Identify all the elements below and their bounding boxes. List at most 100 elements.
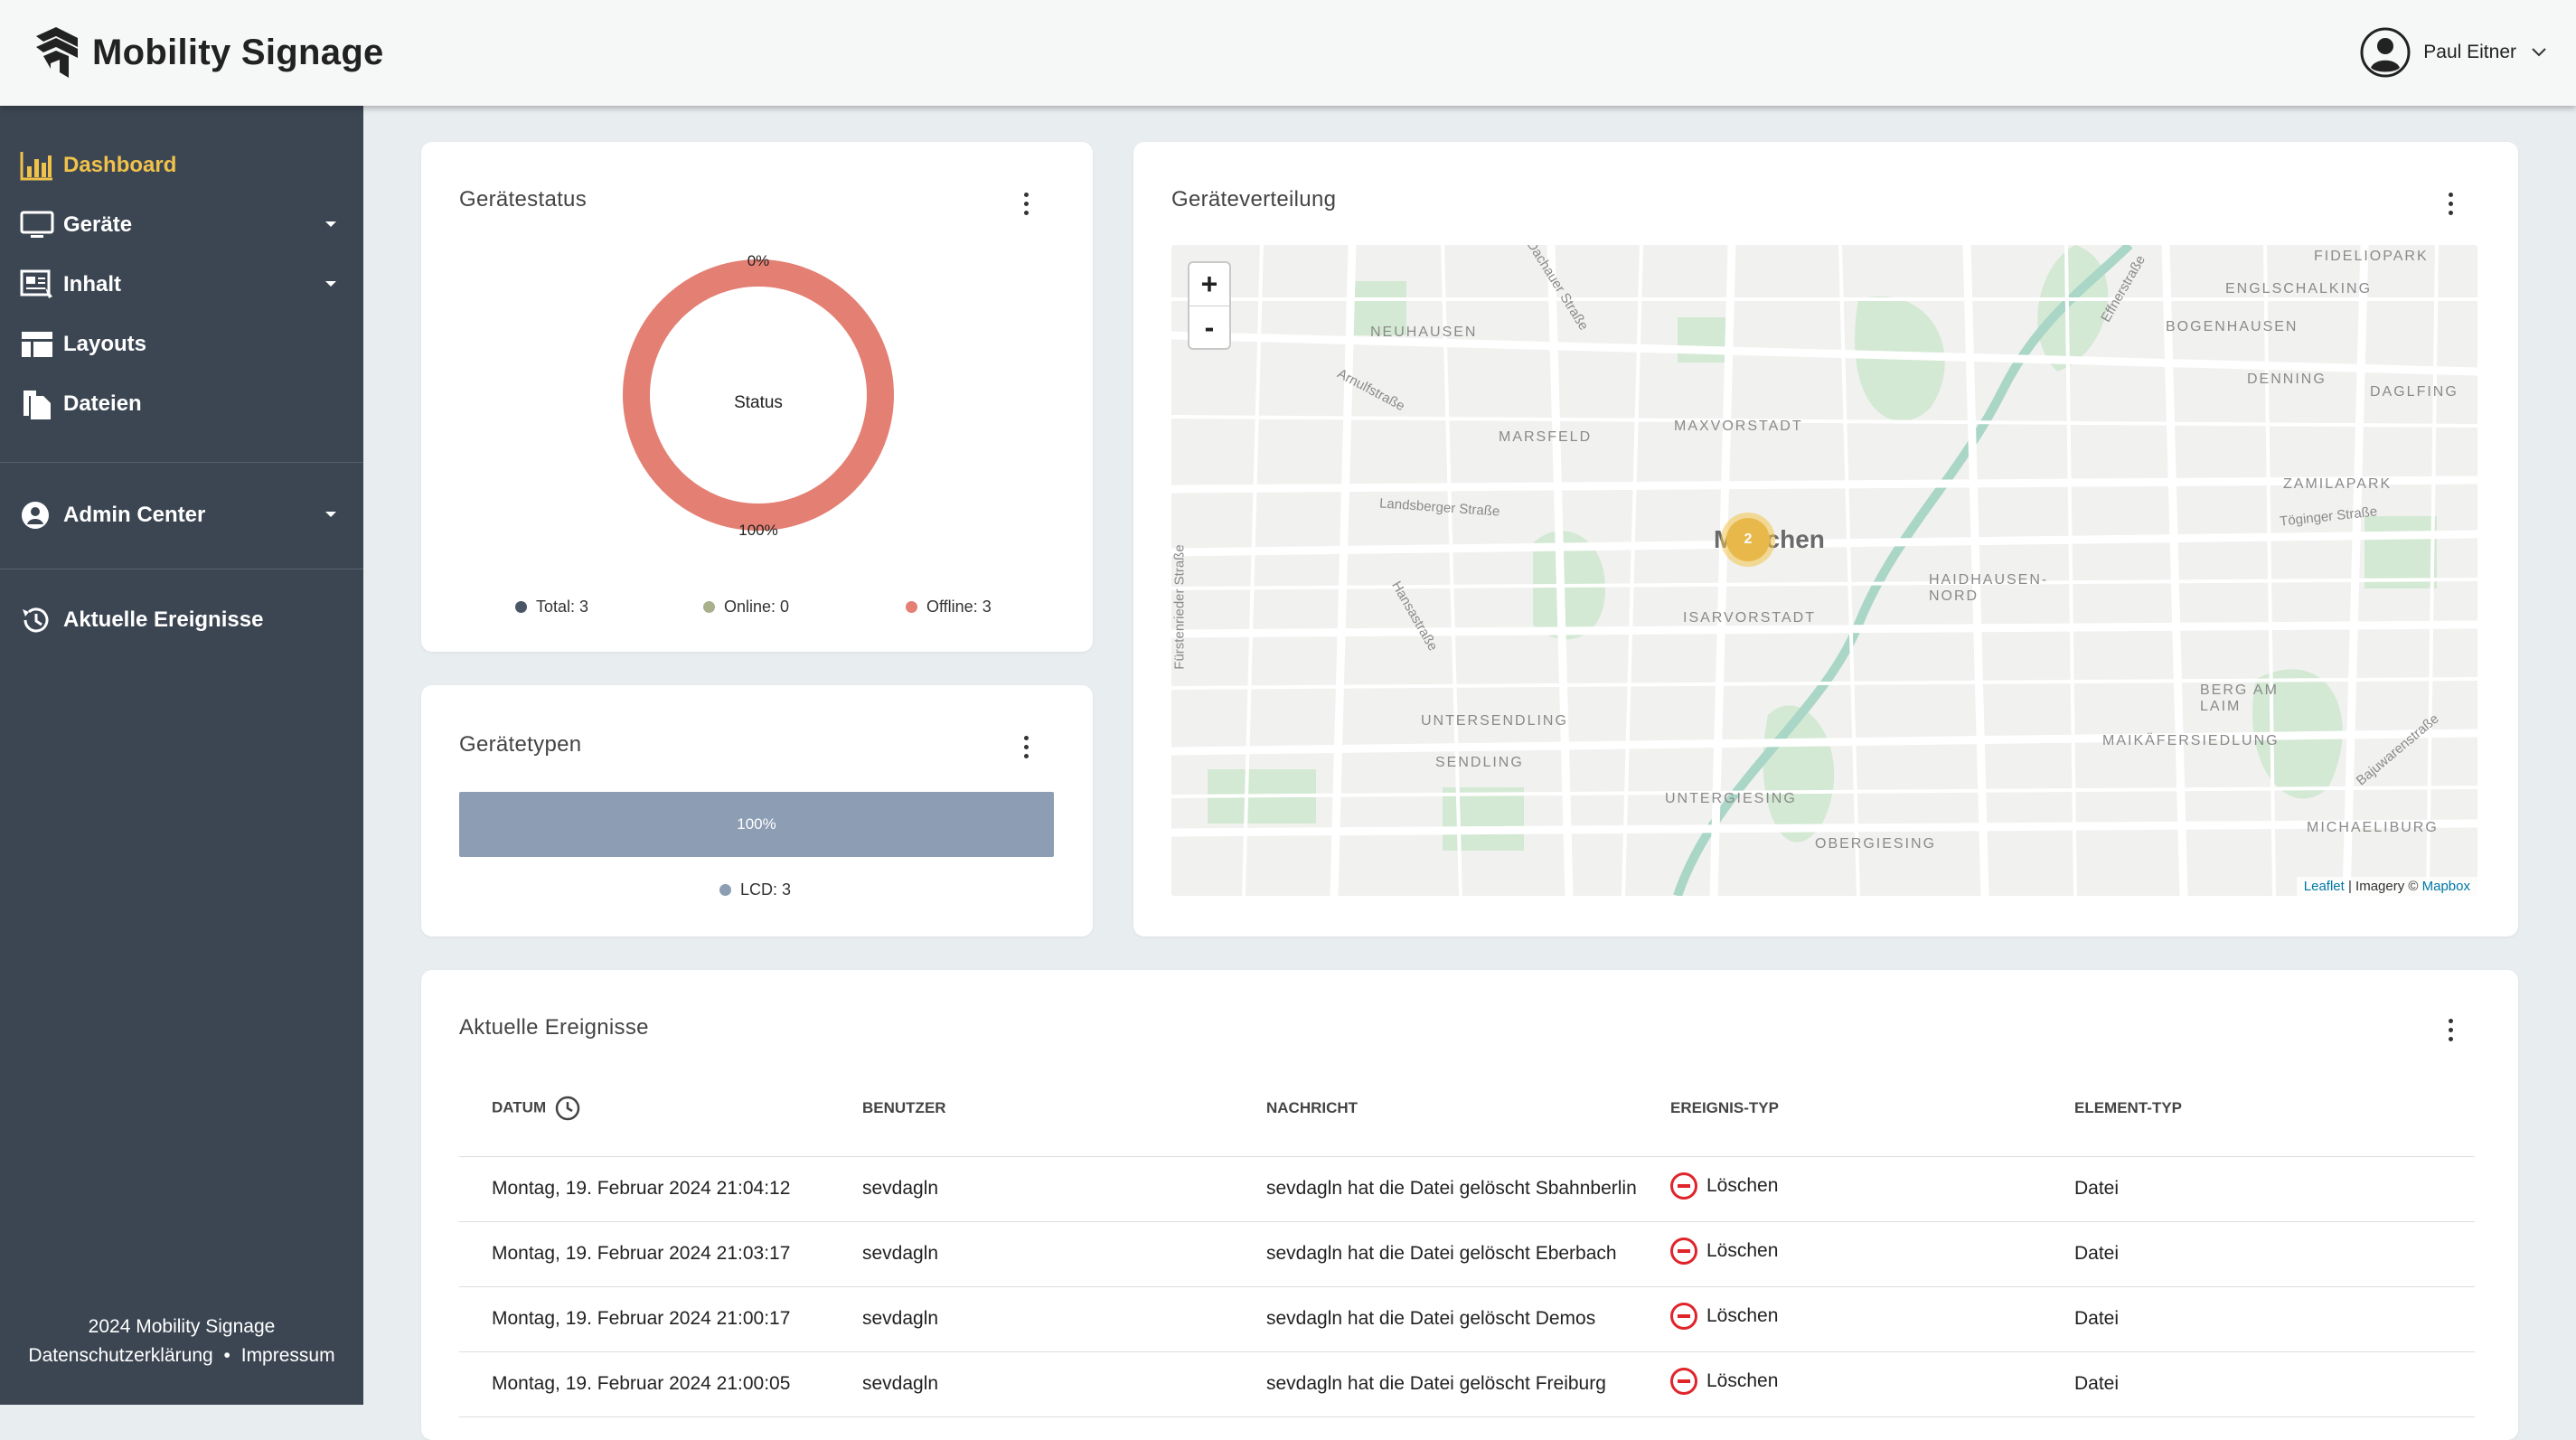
leaflet-link[interactable]: Leaflet [2304, 879, 2345, 894]
table-header-row: DATUM BENUTZER NACHRICHT EREIGNIS-TYP EL… [459, 1060, 2475, 1157]
sidebar-item-label: Dateien [63, 391, 142, 416]
legend-dot [719, 884, 731, 896]
event-type-label: Löschen [1706, 1240, 1779, 1261]
sidebar-item-admin-center[interactable]: Admin Center [0, 486, 363, 544]
cell-message: sevdagln hat die Datei gelöscht Freiburg [1234, 1351, 1638, 1417]
brand[interactable]: Mobility Signage [33, 25, 384, 80]
chevron-down-icon [2532, 48, 2546, 57]
column-header-event-type[interactable]: EREIGNIS-TYP [1638, 1060, 2042, 1157]
cell-message: sevdagln hat die Datei gelöscht Demos [1234, 1286, 1638, 1352]
device-status-card: Gerätestatus Status 0% 100% Total: 3 Onl… [421, 142, 1093, 652]
legend-label: Offline: 3 [926, 598, 992, 616]
avatar-icon [2360, 27, 2411, 78]
user-menu[interactable]: Paul Eitner [2360, 27, 2547, 78]
legend-offline: Offline: 3 [906, 598, 992, 616]
legend-label: LCD: 3 [740, 880, 792, 899]
top-bar: Mobility Signage Paul Eitner [0, 0, 2576, 106]
zoom-out-button[interactable]: - [1189, 306, 1229, 348]
donut-center-label: Status [734, 393, 783, 412]
cluster-count: 2 [1726, 518, 1770, 561]
map-label: MAIKÄFERSIEDLUNG [2102, 733, 2280, 748]
legend-label: Online: 0 [724, 598, 790, 616]
donut-top-label: 0% [747, 252, 770, 269]
sidebar-item-label: Layouts [63, 332, 147, 356]
sidebar-divider [0, 462, 363, 463]
caret-down-icon [325, 221, 336, 227]
map-attribution: Leaflet | Imagery © Mapbox [2296, 877, 2477, 896]
types-bar-track: 100% [459, 792, 1054, 857]
map-label: SENDLING [1435, 755, 1524, 770]
device-types-card: Gerätetypen 100% LCD: 3 [421, 685, 1093, 936]
history-icon [23, 607, 49, 633]
sidebar-item-label: Dashboard [63, 153, 177, 177]
cell-event-type: Löschen [1638, 1156, 2042, 1222]
events-table: DATUM BENUTZER NACHRICHT EREIGNIS-TYP EL… [459, 1060, 2475, 1417]
map[interactable]: NEUHAUSEN MAXVORSTADT MARSFELD ISARVORST… [1171, 245, 2477, 896]
sidebar-item-label: Aktuelle Ereignisse [63, 607, 264, 632]
column-header-message[interactable]: NACHRICHT [1234, 1060, 1638, 1157]
cell-date: Montag, 19. Februar 2024 21:04:12 [459, 1156, 830, 1222]
more-options-icon[interactable] [1021, 193, 1030, 218]
legend-dot [906, 601, 917, 613]
privacy-link[interactable]: Datenschutzerklärung [28, 1345, 212, 1366]
table-row[interactable]: Montag, 19. Februar 2024 21:00:17 sevdag… [459, 1286, 2475, 1352]
sidebar-item-aktuelle-ereignisse[interactable]: Aktuelle Ereignisse [0, 591, 363, 649]
sidebar-footer: 2024 Mobility Signage Datenschutzerkläru… [0, 1313, 363, 1370]
map-label: ENGLSCHALKING [2225, 281, 2373, 296]
sidebar-item-inhalt[interactable]: Inhalt [0, 256, 363, 314]
cell-event-type: Löschen [1638, 1221, 2042, 1287]
map-label: UNTERSENDLING [1421, 713, 1568, 729]
zoom-in-button[interactable]: + [1189, 263, 1229, 306]
cell-event-type: Löschen [1638, 1286, 2042, 1352]
table-row[interactable]: Montag, 19. Februar 2024 21:03:17 sevdag… [459, 1221, 2475, 1287]
copyright: 2024 Mobility Signage [88, 1316, 276, 1337]
sidebar-item-dashboard[interactable]: Dashboard [0, 136, 363, 194]
map-label: MICHAELIBURG [2307, 820, 2439, 835]
recent-events-card: Aktuelle Ereignisse DATUM BENUTZER NACHR… [421, 970, 2518, 1440]
table-row[interactable]: Montag, 19. Februar 2024 21:04:12 sevdag… [459, 1156, 2475, 1222]
map-label: DAGLFING [2370, 384, 2458, 400]
imprint-link[interactable]: Impressum [241, 1345, 335, 1366]
delete-icon [1670, 1303, 1697, 1330]
card-title: Geräteverteilung [1171, 187, 1337, 212]
sidebar-item-geraete[interactable]: Geräte [0, 196, 363, 254]
user-circle-icon [22, 502, 49, 529]
logo-icon [36, 27, 78, 78]
table-row[interactable]: Montag, 19. Februar 2024 21:00:05 sevdag… [459, 1351, 2475, 1417]
cell-user: sevdagln [830, 1286, 1234, 1352]
more-options-icon[interactable] [2446, 193, 2455, 218]
column-header-element-type[interactable]: ELEMENT-TYP [2042, 1060, 2475, 1157]
map-label: BERG AM LAIM [2200, 682, 2279, 714]
map-label: ZAMILAPARK [2283, 476, 2393, 492]
map-label: MAXVORSTADT [1674, 419, 1803, 434]
files-icon [24, 391, 51, 419]
mapbox-link[interactable]: Mapbox [2422, 879, 2470, 894]
column-label: DATUM [492, 1098, 547, 1116]
more-options-icon[interactable] [1021, 736, 1030, 761]
cell-date: Montag, 19. Februar 2024 21:03:17 [459, 1221, 830, 1287]
more-options-icon[interactable] [2446, 1019, 2455, 1044]
delete-icon [1670, 1368, 1697, 1395]
map-label: HAIDHAUSEN-NORD [1929, 572, 2049, 604]
cell-element-type: Datei [2042, 1156, 2475, 1222]
cell-date: Montag, 19. Februar 2024 21:00:05 [459, 1351, 830, 1417]
sidebar-item-layouts[interactable]: Layouts [0, 315, 363, 373]
sidebar-item-dateien[interactable]: Dateien [0, 375, 363, 433]
map-label: BOGENHAUSEN [2166, 319, 2299, 334]
donut-bottom-label: 100% [738, 522, 777, 539]
column-header-date[interactable]: DATUM [459, 1060, 830, 1157]
device-cluster-marker[interactable]: 2 [1721, 513, 1775, 567]
bar-label: 100% [737, 815, 776, 833]
column-header-user[interactable]: BENUTZER [830, 1060, 1234, 1157]
legend-dot [515, 601, 527, 613]
content-icon [20, 269, 52, 298]
map-label: DENNING [2247, 372, 2327, 387]
event-type-label: Löschen [1706, 1175, 1779, 1196]
legend-label: Total: 3 [536, 598, 589, 616]
chart-bar-icon [20, 152, 52, 181]
cell-user: sevdagln [830, 1156, 1234, 1222]
legend-online: Online: 0 [703, 598, 789, 616]
sidebar-item-label: Inhalt [63, 272, 121, 296]
cell-element-type: Datei [2042, 1221, 2475, 1287]
cell-element-type: Datei [2042, 1286, 2475, 1352]
